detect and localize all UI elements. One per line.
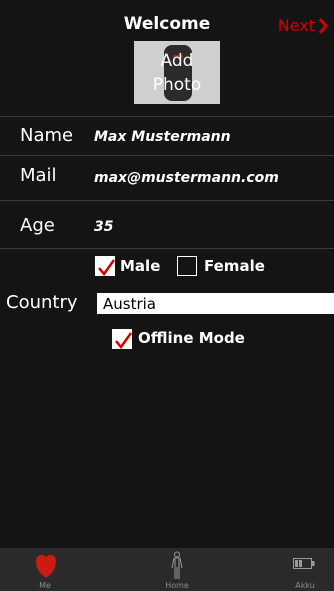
age-label: Age [20,215,55,236]
male-checkbox[interactable] [95,256,115,276]
divider [0,248,334,249]
battery-icon [293,558,315,569]
tab-me[interactable]: Me [0,548,90,591]
tab-bar: Me Home Akku [0,548,334,591]
male-label: Male [120,257,161,275]
mail-label: Mail [20,165,57,186]
country-label: Country [6,292,78,313]
tab-home[interactable]: Home [127,548,227,591]
heart-icon [36,554,56,578]
age-row[interactable]: Age 35 [0,200,334,249]
header: Welcome Next [0,0,334,42]
body-icon [171,551,183,579]
offline-mode-label: Offline Mode [138,329,245,347]
country-input[interactable] [97,293,334,314]
tab-me-label: Me [39,581,51,590]
name-label: Name [20,125,74,146]
name-field[interactable]: Max Mustermann [94,126,231,148]
tab-akku-label: Akku [295,581,315,590]
name-row[interactable]: Name Max Mustermann [0,116,334,156]
chevron-right-icon [318,18,328,34]
offline-mode-checkbox[interactable] [112,329,132,349]
female-checkbox[interactable] [177,256,197,276]
tab-akku[interactable]: Akku [276,548,334,591]
age-field[interactable]: 35 [94,216,113,238]
tab-home-label: Home [165,581,189,590]
checkmark-icon [115,332,132,349]
next-label: Next [277,16,315,35]
add-photo-button[interactable]: Add Photo [134,41,220,104]
next-button[interactable]: Next [278,16,328,36]
add-photo-label: Add Photo [152,51,202,95]
checkmark-icon [98,259,115,276]
female-label: Female [204,257,265,275]
mail-field[interactable]: max@mustermann.com [94,167,279,189]
mail-row[interactable]: Mail max@mustermann.com [0,155,334,201]
